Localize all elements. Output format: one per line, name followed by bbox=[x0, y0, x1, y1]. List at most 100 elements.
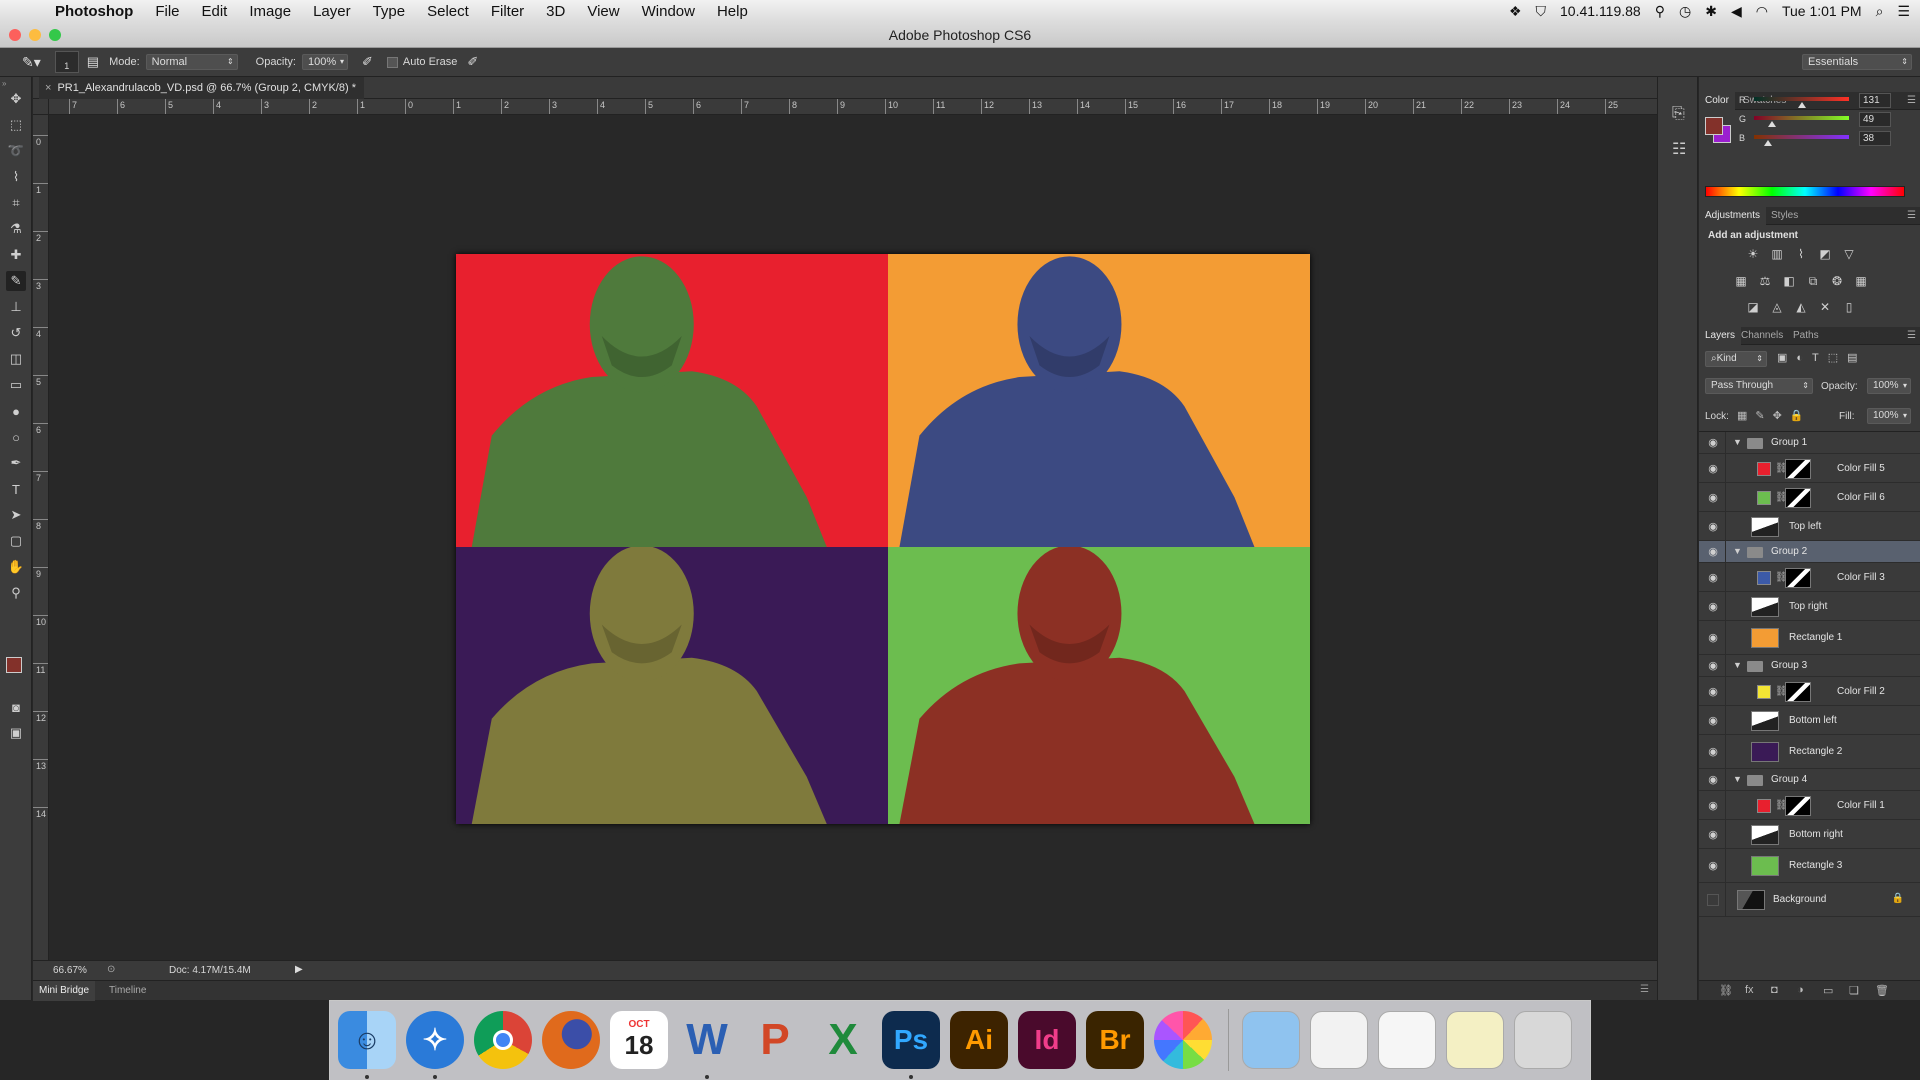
selective-color-icon[interactable]: ✕ bbox=[1817, 300, 1833, 314]
expand-caret-icon[interactable]: ▼ bbox=[1733, 774, 1742, 784]
hue-saturation-icon[interactable]: ▦ bbox=[1733, 274, 1749, 288]
eye-icon[interactable]: ◉ bbox=[1705, 600, 1721, 613]
channel-value-field[interactable]: 49 bbox=[1859, 112, 1891, 127]
new-group-icon[interactable]: ▭ bbox=[1823, 984, 1833, 997]
eye-icon[interactable]: ◉ bbox=[1705, 685, 1721, 698]
gradient-map-icon[interactable]: ▯ bbox=[1841, 300, 1857, 314]
layer-mask-thumbnail[interactable] bbox=[1785, 681, 1811, 702]
wifi-icon[interactable]: ◠ bbox=[1756, 3, 1768, 20]
channel-slider-thumb[interactable] bbox=[1764, 140, 1773, 146]
layer-row[interactable]: ◉ ▼ Group 3 bbox=[1699, 655, 1920, 677]
layer-row[interactable]: ◉ ▼ Group 2 bbox=[1699, 541, 1920, 563]
shape-thumbnail[interactable] bbox=[1751, 628, 1779, 648]
fill-field[interactable]: 100% ▾ bbox=[1867, 408, 1911, 424]
document-tab[interactable]: × PR1_Alexandrulacob_VD.psd @ 66.7% (Grou… bbox=[39, 77, 364, 99]
layer-row[interactable]: ◉ Rectangle 2 bbox=[1699, 735, 1920, 769]
clone-stamp-tool-icon[interactable]: ⊥ bbox=[6, 297, 26, 317]
screen-mode-icon[interactable]: ▣ bbox=[6, 723, 26, 743]
channel-slider-thumb[interactable] bbox=[1798, 102, 1807, 108]
layer-row[interactable]: ◉ Top left bbox=[1699, 512, 1920, 541]
layer-row[interactable]: ◉ Bottom right bbox=[1699, 820, 1920, 849]
pen-tool-icon[interactable]: ✒ bbox=[6, 453, 26, 473]
eyedropper-tool-icon[interactable]: ⚗ bbox=[6, 219, 26, 239]
quick-select-tool-icon[interactable]: ⌇ bbox=[6, 167, 26, 187]
fill-color-swatch[interactable] bbox=[1757, 570, 1771, 585]
tab-styles[interactable]: Styles bbox=[1765, 207, 1804, 225]
layer-row[interactable]: ◉ Bottom left bbox=[1699, 706, 1920, 735]
panel-menu-icon[interactable]: ☰ bbox=[1907, 207, 1916, 225]
layer-row[interactable]: ◉ Rectangle 1 bbox=[1699, 621, 1920, 655]
add-mask-icon[interactable]: ◘ bbox=[1771, 984, 1778, 996]
pencil-tool-preset-icon[interactable]: ✎▾ bbox=[22, 54, 41, 71]
new-adjustment-icon[interactable]: ◑ bbox=[1797, 984, 1804, 996]
auto-erase-checkbox[interactable] bbox=[386, 56, 398, 68]
close-icon[interactable]: × bbox=[45, 82, 51, 94]
menu-filter[interactable]: Filter bbox=[480, 3, 535, 20]
opacity-field[interactable]: 100% ▾ bbox=[302, 54, 348, 70]
workspace-select[interactable]: Essentials ⇕ bbox=[1802, 54, 1912, 70]
color-lookup-icon[interactable]: ▦ bbox=[1853, 274, 1869, 288]
expand-caret-icon[interactable]: ▼ bbox=[1733, 546, 1742, 556]
layer-mask-thumbnail[interactable] bbox=[1785, 567, 1811, 588]
tab-color[interactable]: Color bbox=[1699, 92, 1735, 110]
layer-row[interactable]: 🔒 Background bbox=[1699, 883, 1920, 917]
menu-window[interactable]: Window bbox=[631, 3, 706, 20]
expand-caret-icon[interactable]: ▼ bbox=[1733, 437, 1742, 447]
channel-slider-thumb[interactable] bbox=[1768, 121, 1777, 127]
layer-mask-thumbnail[interactable] bbox=[1785, 458, 1811, 479]
channel-slider-track[interactable] bbox=[1754, 97, 1849, 101]
zoom-window-button[interactable] bbox=[49, 29, 61, 41]
horizontal-ruler[interactable]: 7 6 5 4 3 2 1 0 1 2 3 4 5 6 7 8 9 10 11 12 13 14 15 16 17 18 19 20 2… bbox=[49, 99, 1657, 115]
layer-filter-kind-select[interactable]: ⌕Kind ⇕ bbox=[1705, 351, 1767, 367]
channel-value-field[interactable]: 131 bbox=[1859, 93, 1891, 108]
tab-mini-bridge[interactable]: Mini Bridge bbox=[33, 981, 96, 1001]
word-document-icon[interactable] bbox=[1378, 1011, 1436, 1069]
layer-row[interactable]: ◉ ⛓ Color Fill 2 bbox=[1699, 677, 1920, 706]
tab-channels[interactable]: Channels bbox=[1735, 327, 1789, 345]
chrome-icon[interactable] bbox=[474, 1011, 532, 1069]
channel-mixer-icon[interactable]: ❂ bbox=[1829, 274, 1845, 288]
eye-icon[interactable]: ◉ bbox=[1705, 799, 1721, 812]
eye-icon[interactable]: ◉ bbox=[1705, 520, 1721, 533]
firefox-icon[interactable] bbox=[542, 1011, 600, 1069]
new-layer-icon[interactable]: ❏ bbox=[1849, 984, 1859, 997]
layer-style-icon[interactable]: fx bbox=[1745, 984, 1754, 996]
hand-tool-icon[interactable]: ✋ bbox=[6, 557, 26, 577]
shape-thumbnail[interactable] bbox=[1751, 856, 1779, 876]
history-brush-tool-icon[interactable]: ↺ bbox=[6, 323, 26, 343]
exposure-icon[interactable]: ◩ bbox=[1817, 247, 1833, 261]
image-canvas[interactable] bbox=[456, 254, 1310, 824]
powerpoint-icon[interactable]: P bbox=[746, 1011, 804, 1069]
bluetooth-icon[interactable]: ✱ bbox=[1705, 3, 1717, 20]
menu-help[interactable]: Help bbox=[706, 3, 759, 20]
layer-thumbnail[interactable] bbox=[1751, 596, 1779, 617]
layer-mask-thumbnail[interactable] bbox=[1785, 795, 1811, 816]
invert-icon[interactable]: ◪ bbox=[1745, 300, 1761, 314]
layer-mask-thumbnail[interactable] bbox=[1785, 487, 1811, 508]
spotlight-icon[interactable]: ⌕ bbox=[1876, 3, 1884, 20]
vertical-ruler[interactable]: 0 1 2 3 4 5 6 7 8 9 10 11 12 13 14 bbox=[33, 115, 49, 960]
dropbox-icon[interactable]: ❖ bbox=[1509, 3, 1522, 20]
panel-menu-icon[interactable]: ☰ bbox=[1640, 984, 1649, 995]
channel-slider-track[interactable] bbox=[1754, 116, 1849, 120]
finder-icon[interactable]: ☺ bbox=[338, 1011, 396, 1069]
levels-icon[interactable]: ▥ bbox=[1769, 247, 1785, 261]
eye-icon[interactable]: ◉ bbox=[1705, 828, 1721, 841]
vibrance-icon[interactable]: ▽ bbox=[1841, 247, 1857, 261]
trash-icon[interactable] bbox=[1514, 1011, 1572, 1069]
visibility-box[interactable] bbox=[1707, 894, 1719, 906]
foreground-color-swatch[interactable] bbox=[6, 657, 22, 673]
color-spectrum-bar[interactable] bbox=[1705, 186, 1905, 197]
layer-row[interactable]: ◉ ▼ Group 4 bbox=[1699, 769, 1920, 791]
menu-file[interactable]: File bbox=[144, 3, 190, 20]
link-layers-icon[interactable]: ⛓ bbox=[1719, 984, 1733, 997]
layer-filter-icons[interactable]: ▣◐T⬚▤ bbox=[1777, 351, 1867, 364]
channel-value-field[interactable]: 38 bbox=[1859, 131, 1891, 146]
zoom-level[interactable]: 66.67% bbox=[53, 965, 87, 976]
excel-icon[interactable]: X bbox=[814, 1011, 872, 1069]
lasso-tool-icon[interactable]: ➰ bbox=[6, 141, 26, 161]
tab-paths[interactable]: Paths bbox=[1787, 327, 1825, 345]
fill-color-swatch[interactable] bbox=[1757, 798, 1771, 813]
marquee-tool-icon[interactable]: ⬚ bbox=[6, 115, 26, 135]
eye-icon[interactable]: ◉ bbox=[1705, 714, 1721, 727]
